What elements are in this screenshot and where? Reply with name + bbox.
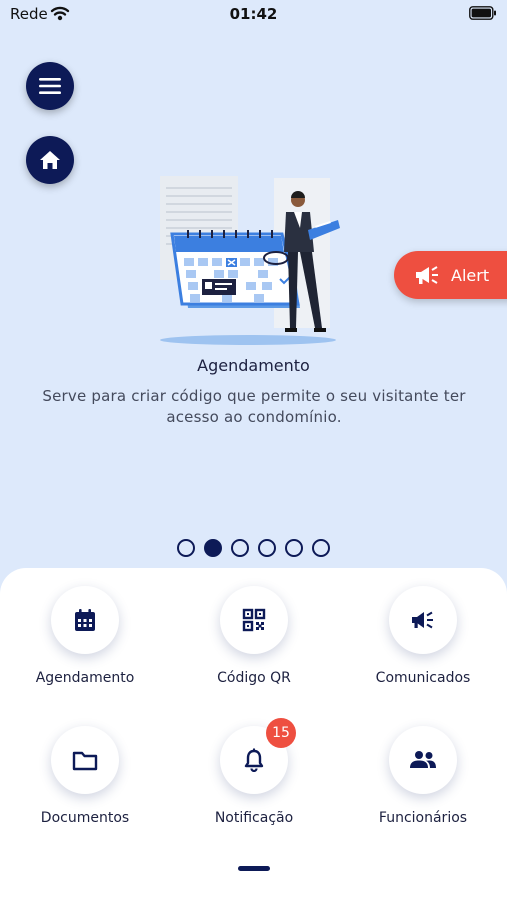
calendar-icon — [75, 609, 95, 631]
slide-title: Agendamento — [197, 356, 310, 375]
status-bar: Rede 01:42 — [0, 0, 507, 30]
grid-item-funcionarios[interactable]: Funcionários — [343, 726, 503, 826]
carousel-pagination — [0, 539, 507, 557]
menu-button[interactable] — [26, 62, 74, 110]
scheduling-illustration — [160, 176, 340, 345]
grid-item-label: Código QR — [217, 670, 291, 686]
home-indicator — [238, 866, 270, 871]
grid-item-comunicados[interactable]: Comunicados — [343, 586, 503, 686]
menu-panel: Agendamento Código QR Comunicados Docume… — [0, 568, 507, 900]
megaphone-icon — [416, 266, 438, 284]
home-icon — [40, 151, 60, 169]
bell-icon — [244, 748, 264, 772]
notificacao-button[interactable]: 15 — [220, 718, 296, 794]
home-button[interactable] — [26, 136, 74, 184]
codigo-qr-button[interactable] — [220, 586, 288, 654]
alert-button[interactable]: Alert — [394, 251, 507, 299]
grid-item-codigo-qr[interactable]: Código QR — [174, 586, 334, 686]
documentos-button[interactable] — [51, 726, 119, 794]
notification-count-badge: 15 — [266, 718, 296, 748]
funcionarios-button[interactable] — [389, 726, 457, 794]
pagination-dot-active[interactable] — [204, 539, 222, 557]
grid-item-agendamento[interactable]: Agendamento — [5, 586, 165, 686]
grid-item-label: Funcionários — [378, 810, 468, 826]
slide-description: Serve para criar código que permite o se… — [42, 387, 466, 426]
grid-item-documentos[interactable]: Documentos — [5, 726, 165, 826]
grid-item-label: Comunicados — [375, 670, 471, 686]
megaphone-icon — [412, 611, 433, 629]
qr-code-icon — [242, 608, 266, 632]
people-icon — [410, 751, 436, 768]
pagination-dot[interactable] — [177, 539, 195, 557]
comunicados-button[interactable] — [389, 586, 457, 654]
pagination-dot[interactable] — [285, 539, 303, 557]
hamburger-menu-icon — [39, 78, 61, 94]
grid-item-label: Agendamento — [35, 670, 135, 686]
grid-item-notificacao[interactable]: 15 Notificação — [174, 718, 334, 826]
pagination-dot[interactable] — [312, 539, 330, 557]
battery-icon — [469, 6, 496, 20]
grid-item-label: Documentos — [40, 810, 130, 826]
alert-label: Alert — [451, 265, 490, 285]
agendamento-button[interactable] — [51, 586, 119, 654]
pagination-dot[interactable] — [258, 539, 276, 557]
pagination-dot[interactable] — [231, 539, 249, 557]
folder-icon — [72, 751, 98, 771]
status-time: 01:42 — [229, 5, 278, 23]
grid-item-label: Notificação — [214, 810, 294, 826]
